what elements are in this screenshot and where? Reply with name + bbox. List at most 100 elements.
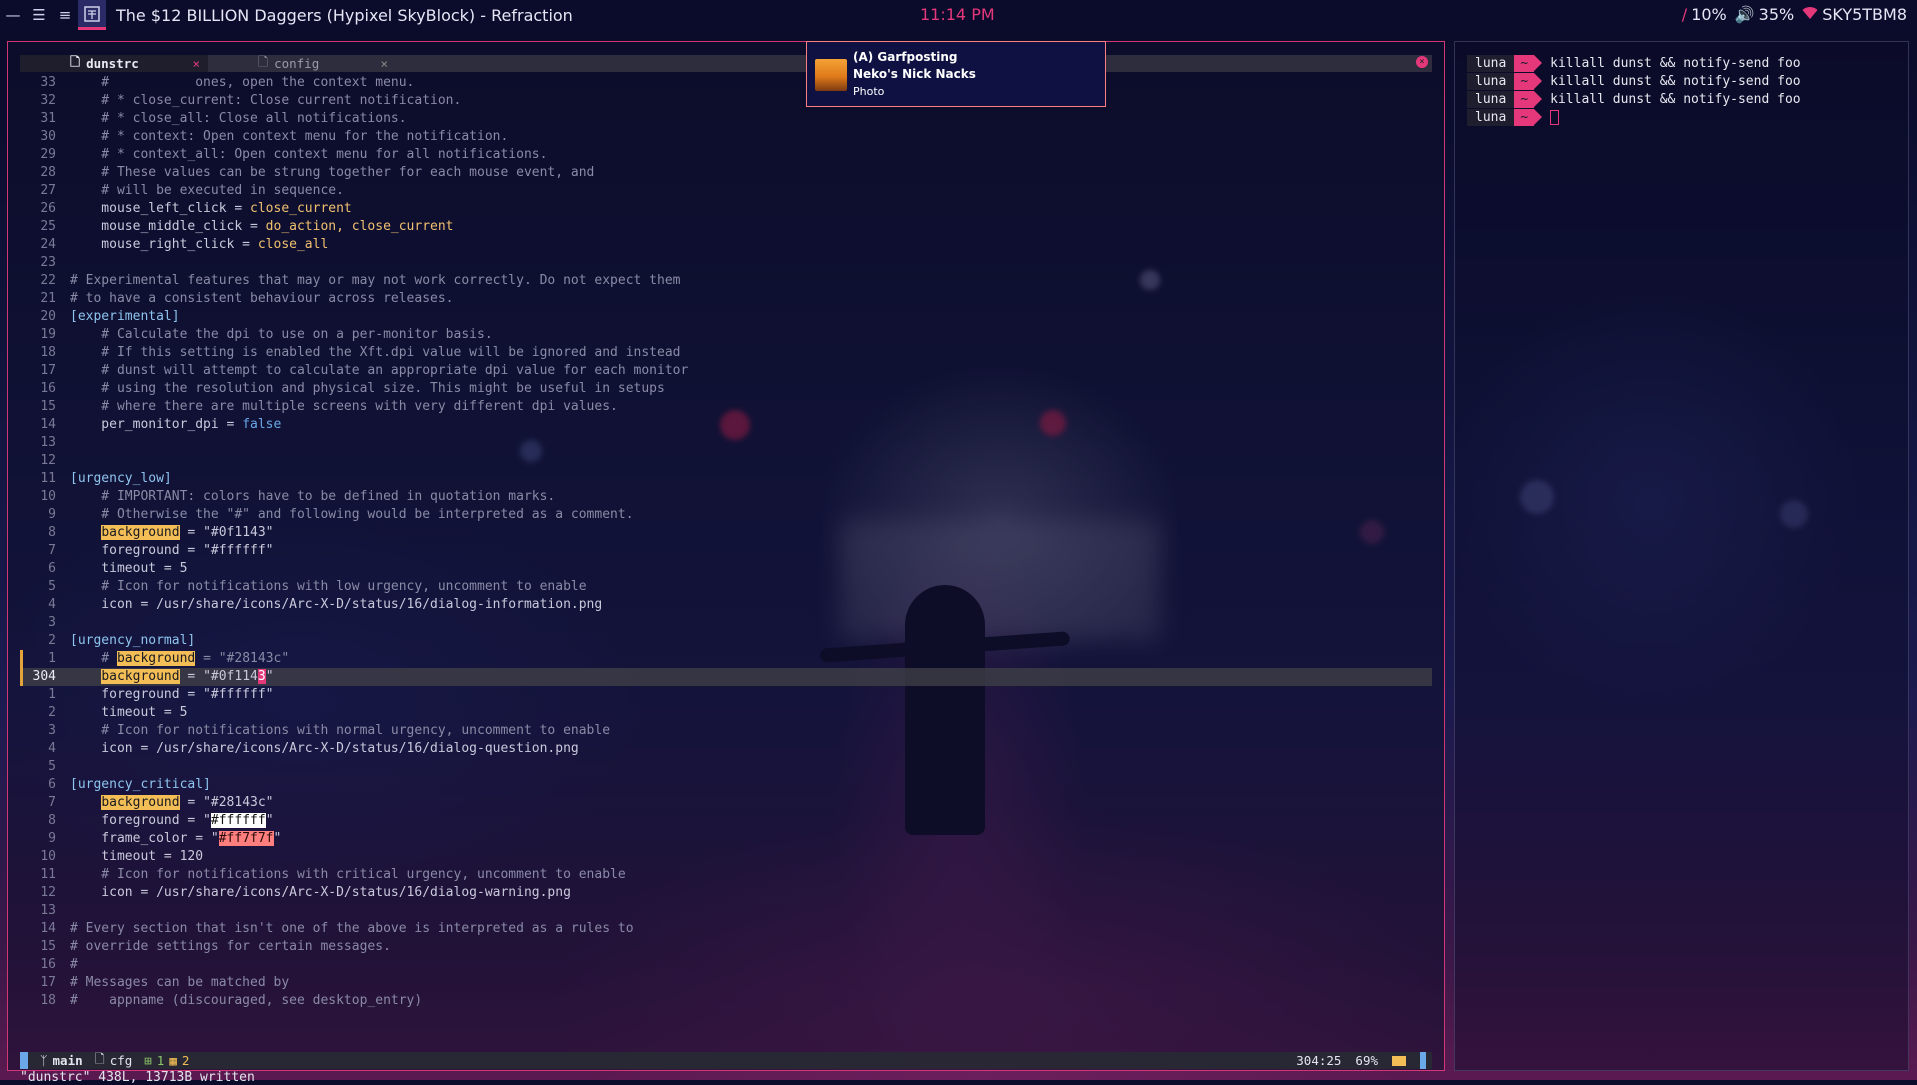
code-text: foreground = " xyxy=(70,813,211,828)
code-line[interactable]: 25 mouse_middle_click = do_action, close… xyxy=(20,218,1432,236)
notification-summary: Neko's Nick Nacks xyxy=(853,67,976,81)
code-line[interactable]: 18 # appname (discouraged, see desktop_en… xyxy=(20,992,1432,1010)
code-line[interactable]: 21 # to have a consistent behaviour acros… xyxy=(20,290,1432,308)
layout-icon[interactable]: ☰ xyxy=(26,0,52,30)
tab-config[interactable]: 🗋 config × xyxy=(208,54,396,72)
close-icon[interactable]: × xyxy=(192,56,200,71)
code-text: # * context_all: Open context menu for a… xyxy=(70,147,548,162)
terminal-command: killall dunst && notify-send foo xyxy=(1550,56,1801,71)
prompt-user: luna xyxy=(1467,91,1515,108)
code-line[interactable]: 17 # dunst will attempt to calculate an … xyxy=(20,362,1432,380)
code-text: icon = /usr/share/icons/Arc-X-D/status/1… xyxy=(70,741,579,756)
code-line[interactable]: 16 # xyxy=(20,956,1432,974)
code-line[interactable]: 3 # Icon for notifications with normal u… xyxy=(20,722,1432,740)
code-line[interactable]: 15 # where there are multiple screens wi… xyxy=(20,398,1432,416)
code-line[interactable]: 10 # IMPORTANT: colors have to be define… xyxy=(20,488,1432,506)
code-line[interactable]: 1 # background = "#28143c" xyxy=(20,650,1432,668)
code-line[interactable]: 20 [experimental] xyxy=(20,308,1432,326)
code-key: per_monitor_dpi = xyxy=(70,417,243,432)
code-text: [experimental] xyxy=(70,309,180,324)
code-line[interactable]: 2 timeout = 5 xyxy=(20,704,1432,722)
code-line[interactable]: 4 icon = /usr/share/icons/Arc-X-D/status… xyxy=(20,596,1432,614)
code-line[interactable]: 5 # Icon for notifications with low urge… xyxy=(20,578,1432,596)
code-line[interactable]: 304 background = "#0f1143" xyxy=(20,668,1432,686)
code-line[interactable]: 15 # override settings for certain messag… xyxy=(20,938,1432,956)
cpu-indicator[interactable]: / 10% xyxy=(1682,5,1727,24)
code-line[interactable]: 1 foreground = "#ffffff" xyxy=(20,686,1432,704)
minimize-icon[interactable]: — xyxy=(0,0,26,30)
code-line[interactable]: 9 # Otherwise the "#" and following woul… xyxy=(20,506,1432,524)
code-line[interactable]: 12 xyxy=(20,452,1432,470)
line-number: 18 xyxy=(40,345,56,360)
code-line[interactable]: 10 timeout = 120 xyxy=(20,848,1432,866)
code-line[interactable]: 24 mouse_right_click = close_all xyxy=(20,236,1432,254)
search-highlight: #ffffff xyxy=(210,813,266,828)
code-text: # Messages can be matched by xyxy=(70,975,290,990)
warning-count: 2 xyxy=(181,1053,190,1068)
code-line[interactable]: 8 background = "#0f1143" xyxy=(20,524,1432,542)
code-line[interactable]: 33 # ones, open the context menu. xyxy=(20,74,1432,92)
git-branch: ᛉ main xyxy=(40,1053,83,1068)
wifi-indicator[interactable]: SKY5TBM8 xyxy=(1802,5,1907,24)
code-line[interactable]: 2 [urgency_normal] xyxy=(20,632,1432,650)
code-line[interactable]: 28 # These values can be strung together… xyxy=(20,164,1432,182)
code-line[interactable]: 13 xyxy=(20,434,1432,452)
code-line[interactable]: 14 per_monitor_dpi = false xyxy=(20,416,1432,434)
terminal-window[interactable]: luna ~ killall dunst && notify-send foo … xyxy=(1454,41,1909,1071)
code-line[interactable]: 23 xyxy=(20,254,1432,272)
code-line[interactable]: 7 background = "#28143c" xyxy=(20,794,1432,812)
code-line[interactable]: 22 # Experimental features that may or ma… xyxy=(20,272,1432,290)
notification-app: (A) Garfposting xyxy=(853,50,958,64)
editor-window[interactable]: 🗋 dunstrc × 🗋 config × × 33 # ones, open… xyxy=(7,41,1445,1085)
code-text: # * close_current: Close current notific… xyxy=(70,93,462,108)
volume-value: 35% xyxy=(1758,5,1795,24)
code-line[interactable]: 7 foreground = "#ffffff" xyxy=(20,542,1432,560)
code-line[interactable]: 19 # Calculate the dpi to use on a per-m… xyxy=(20,326,1432,344)
code-line[interactable]: 30 # * context: Open context menu for th… xyxy=(20,128,1432,146)
prompt-dir: ~ xyxy=(1514,109,1542,126)
code-buffer[interactable]: 33 # ones, open the context menu. 32 # * … xyxy=(20,74,1432,1010)
code-line[interactable]: 29 # * context_all: Open context menu fo… xyxy=(20,146,1432,164)
code-text: = "#0f1143" xyxy=(179,525,274,540)
code-line[interactable]: 27 # will be executed in sequence. xyxy=(20,182,1432,200)
cursor-position: 304:25 xyxy=(1296,1053,1342,1068)
volume-indicator[interactable]: 🔊 35% xyxy=(1735,5,1794,24)
clock[interactable]: 11:14 PM xyxy=(920,5,995,24)
line-number: 8 xyxy=(48,813,56,828)
line-number: 2 xyxy=(48,633,56,648)
notification-popup[interactable]: (A) Garfposting Neko's Nick Nacks Photo xyxy=(806,41,1106,107)
terminal-prompt[interactable]: luna ~ xyxy=(1467,109,1560,126)
code-line[interactable]: 26 mouse_left_click = close_current xyxy=(20,200,1432,218)
code-line[interactable]: 11 [urgency_low] xyxy=(20,470,1432,488)
code-line[interactable]: 17 # Messages can be matched by xyxy=(20,974,1432,992)
code-line[interactable]: 4 icon = /usr/share/icons/Arc-X-D/status… xyxy=(20,740,1432,758)
code-line[interactable]: 13 xyxy=(20,902,1432,920)
window-title: The $12 BILLION Daggers (Hypixel SkyBloc… xyxy=(116,5,573,25)
code-line[interactable]: 31 # * close_all: Close all notification… xyxy=(20,110,1432,128)
line-number: 16 xyxy=(40,381,56,396)
code-line[interactable]: 11 # Icon for notifications with critica… xyxy=(20,866,1432,884)
code-line[interactable]: 12 icon = /usr/share/icons/Arc-X-D/statu… xyxy=(20,884,1432,902)
line-number: 5 xyxy=(48,579,56,594)
close-all-icon[interactable]: × xyxy=(1416,56,1428,68)
code-line[interactable]: 3 xyxy=(20,614,1432,632)
code-line[interactable]: 8 foreground = "#ffffff" xyxy=(20,812,1432,830)
line-number: 6 xyxy=(48,777,56,792)
code-line[interactable]: 14 # Every section that isn't one of the … xyxy=(20,920,1432,938)
code-line[interactable]: 9 frame_color = "#ff7f7f" xyxy=(20,830,1432,848)
code-text: # Icon for notifications with critical u… xyxy=(70,867,626,882)
code-line[interactable]: 16 # using the resolution and physical s… xyxy=(20,380,1432,398)
code-line[interactable]: 6 timeout = 5 xyxy=(20,560,1432,578)
code-line[interactable]: 6 [urgency_critical] xyxy=(20,776,1432,794)
terminal-cursor xyxy=(1550,110,1560,125)
line-number: 13 xyxy=(40,903,56,918)
code-line[interactable]: 18 # If this setting is enabled the Xft.… xyxy=(20,344,1432,362)
close-icon[interactable]: × xyxy=(380,56,388,71)
code-line[interactable]: 5 xyxy=(20,758,1432,776)
code-line[interactable]: 32 # * close_current: Close current noti… xyxy=(20,92,1432,110)
notification-image xyxy=(815,59,847,91)
workspace-icon[interactable] xyxy=(78,0,106,30)
tab-dunstrc[interactable]: 🗋 dunstrc × xyxy=(20,54,208,72)
line-number: 10 xyxy=(40,489,56,504)
menu-icon[interactable]: ≡ xyxy=(52,0,78,30)
